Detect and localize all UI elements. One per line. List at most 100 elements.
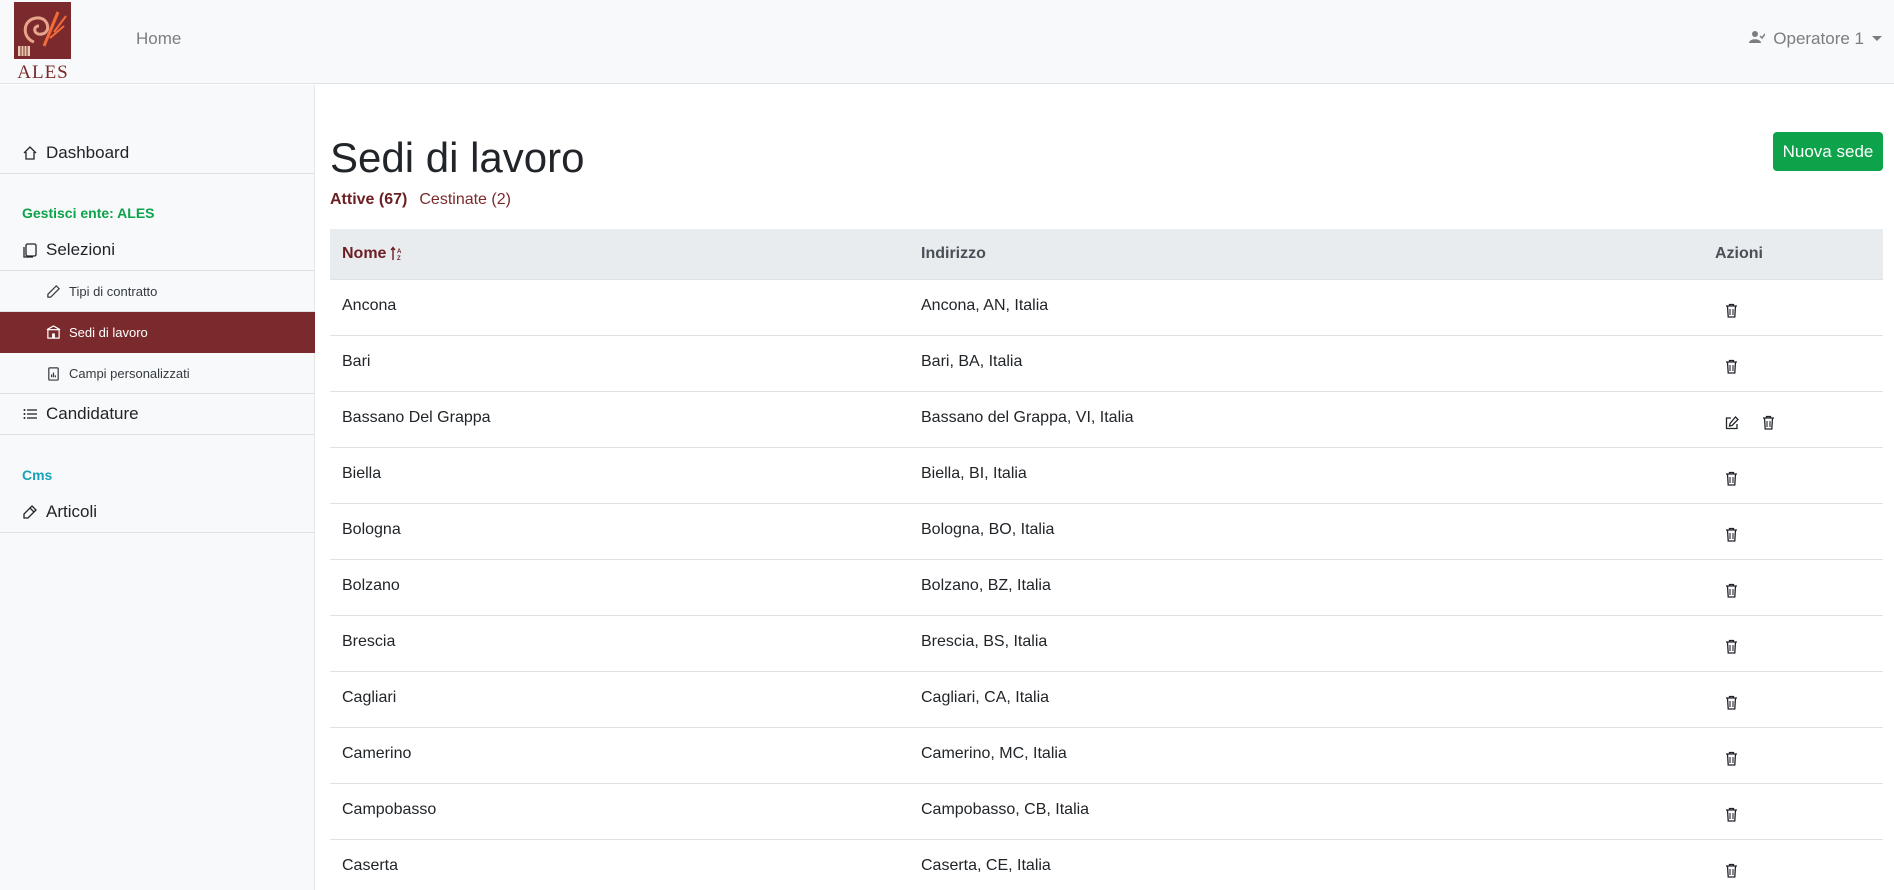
- cell-address: Cagliari, CA, Italia: [921, 689, 1050, 706]
- sort-alpha-icon: AZ: [390, 246, 402, 262]
- table-row: Camerino Camerino, MC, Italia: [330, 728, 1883, 784]
- cell-address: Ancona, AN, Italia: [921, 297, 1049, 314]
- trash-icon[interactable]: [1722, 693, 1741, 712]
- ales-logo[interactable]: ALES: [12, 2, 72, 83]
- sidebar-item-label: Sedi di lavoro: [69, 324, 148, 340]
- svg-text:Z: Z: [397, 256, 401, 262]
- sidebar-item-articoli[interactable]: Articoli: [0, 492, 315, 533]
- cell-address: Bologna, BO, Italia: [921, 521, 1055, 538]
- filter-trashed-link[interactable]: Cestinate (2): [419, 191, 511, 209]
- trash-icon[interactable]: [1722, 301, 1741, 320]
- table-row: Ancona Ancona, AN, Italia: [330, 280, 1883, 336]
- cell-actions: [1722, 357, 1741, 376]
- sidebar-item-selezioni[interactable]: Selezioni: [0, 230, 315, 271]
- sidebar-item-label: Selezioni: [46, 240, 115, 259]
- chevron-down-icon: [1872, 35, 1882, 41]
- table-row: Bassano Del Grappa Bassano del Grappa, VI…: [330, 392, 1883, 448]
- pen-icon: [23, 505, 37, 519]
- cell-address: Campobasso, CB, Italia: [921, 801, 1090, 818]
- trash-icon[interactable]: [1722, 525, 1741, 544]
- cell-address: Bari, BA, Italia: [921, 353, 1023, 370]
- cell-name: Bari: [342, 353, 371, 370]
- status-filters: Attive (67) Cestinate (2): [330, 191, 511, 209]
- trash-icon[interactable]: [1722, 469, 1741, 488]
- table-row: Bolzano Bolzano, BZ, Italia: [330, 560, 1883, 616]
- cell-actions: [1722, 525, 1741, 544]
- column-header-name[interactable]: Nome AZ: [342, 245, 404, 263]
- sidebar-item-label: Tipi di contratto: [69, 283, 158, 299]
- sidebar-item-label: Candidature: [46, 404, 139, 423]
- cell-name: Caserta: [342, 857, 399, 874]
- copy-icon: [23, 243, 37, 258]
- house-icon: [23, 146, 37, 160]
- sidebar-item-label: Dashboard: [46, 143, 130, 162]
- building-icon: [46, 324, 61, 339]
- cell-actions: [1722, 693, 1741, 712]
- cell-actions: [1722, 637, 1741, 656]
- clipboard-data-icon: [48, 366, 59, 381]
- trash-icon[interactable]: [1722, 861, 1741, 880]
- logo-text: ALES: [17, 62, 69, 83]
- cell-actions: [1722, 861, 1741, 880]
- sidebar-item-candidature[interactable]: Candidature: [0, 394, 315, 435]
- cell-name: Campobasso: [342, 801, 437, 818]
- cell-actions: [1722, 301, 1741, 320]
- section-heading-cms: Cms: [22, 467, 53, 483]
- table-row: Caserta Caserta, CE, Italia: [330, 840, 1883, 890]
- user-check-icon: [1749, 29, 1766, 49]
- cell-name: Bassano Del Grappa: [342, 409, 491, 426]
- table-header: Nome AZ Indirizzo Azioni: [330, 229, 1883, 280]
- sidebar-item-campi-personalizzati[interactable]: Campi personalizzati: [0, 353, 315, 394]
- user-menu-dropdown[interactable]: Operatore 1: [1749, 29, 1882, 49]
- sidebar-item-sedi-di-lavoro[interactable]: Sedi di lavoro: [0, 312, 315, 353]
- cell-address: Biella, BI, Italia: [921, 465, 1027, 482]
- svg-text:A: A: [397, 249, 402, 255]
- cell-address: Brescia, BS, Italia: [921, 633, 1048, 650]
- nav-home-link[interactable]: Home: [136, 29, 181, 49]
- column-header-actions: Azioni: [1715, 245, 1763, 262]
- filter-active-link[interactable]: Attive (67): [330, 191, 407, 209]
- top-navbar: ALES Home Operatore 1: [0, 0, 1894, 84]
- pencil-icon: [47, 284, 60, 298]
- edit-icon[interactable]: [1722, 413, 1741, 432]
- new-location-button[interactable]: Nuova sede: [1773, 132, 1883, 171]
- user-name: Operatore 1: [1773, 29, 1864, 48]
- table-body: Ancona Ancona, AN, Italia Bari Bari, BA, It…: [330, 280, 1883, 890]
- table-row: Campobasso Campobasso, CB, Italia: [330, 784, 1883, 840]
- sidebar-item-tipi-di-contratto[interactable]: Tipi di contratto: [0, 271, 315, 312]
- table-row: Brescia Brescia, BS, Italia: [330, 616, 1883, 672]
- sidebar-item-dashboard[interactable]: Dashboard: [0, 133, 315, 174]
- cell-name: Brescia: [342, 633, 396, 650]
- trash-icon[interactable]: [1759, 413, 1778, 432]
- trash-icon[interactable]: [1722, 581, 1741, 600]
- trash-icon[interactable]: [1722, 749, 1741, 768]
- trash-icon[interactable]: [1722, 637, 1741, 656]
- locations-table: Nome AZ Indirizzo Azioni Ancona Ancona, A…: [330, 229, 1883, 890]
- logo-emblem: [14, 2, 71, 59]
- section-heading-ente: Gestisci ente: ALES: [22, 205, 155, 221]
- cell-actions: [1722, 469, 1741, 488]
- trash-icon[interactable]: [1722, 357, 1741, 376]
- sidebar: Dashboard Gestisci ente: ALES Selezioni …: [0, 85, 315, 890]
- table-row: Bari Bari, BA, Italia: [330, 336, 1883, 392]
- table-row: Bologna Bologna, BO, Italia: [330, 504, 1883, 560]
- page-title: Sedi di lavoro: [330, 134, 585, 181]
- sidebar-item-label: Articoli: [46, 502, 98, 521]
- table-row: Biella Biella, BI, Italia: [330, 448, 1883, 504]
- cell-actions: [1722, 749, 1741, 768]
- cell-name: Camerino: [342, 745, 412, 762]
- column-header-label: Nome: [342, 245, 387, 262]
- cell-name: Biella: [342, 465, 382, 482]
- table-row: Cagliari Cagliari, CA, Italia: [330, 672, 1883, 728]
- cell-name: Ancona: [342, 297, 397, 314]
- cell-address: Caserta, CE, Italia: [921, 857, 1051, 874]
- trash-icon[interactable]: [1722, 805, 1741, 824]
- cell-address: Bassano del Grappa, VI, Italia: [921, 409, 1134, 426]
- sidebar-item-label: Campi personalizzati: [69, 365, 190, 381]
- cell-address: Camerino, MC, Italia: [921, 745, 1067, 762]
- cell-name: Cagliari: [342, 689, 397, 706]
- cell-actions: [1722, 805, 1741, 824]
- cell-actions: [1722, 581, 1741, 600]
- cell-address: Bolzano, BZ, Italia: [921, 577, 1051, 594]
- list-icon: [23, 409, 37, 419]
